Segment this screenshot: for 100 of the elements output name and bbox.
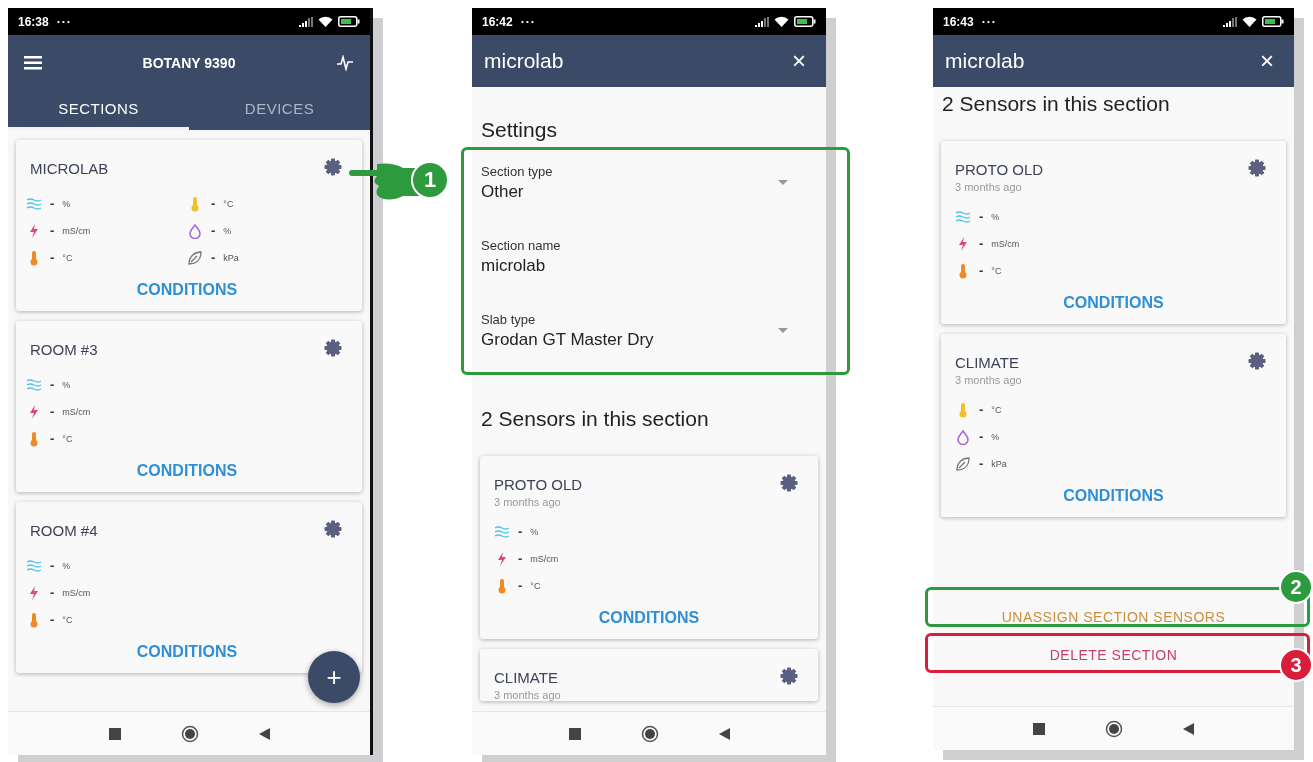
droplet-icon <box>187 222 203 239</box>
card-title: ROOM #3 <box>30 340 98 360</box>
reading-value: - <box>979 456 984 471</box>
reading-unit: % <box>530 526 539 537</box>
signal-icon <box>755 16 769 27</box>
reading-unit: kPa <box>223 252 239 263</box>
waves-icon <box>26 557 42 574</box>
reading-unit: °C <box>991 404 1002 415</box>
app-title: BOTANY 9390 <box>142 54 236 71</box>
back-triangle-icon[interactable] <box>718 727 730 740</box>
waves-icon <box>26 195 42 212</box>
reading-unit: mS/cm <box>62 225 91 236</box>
settings-icon[interactable] <box>324 339 342 357</box>
section-heading: Settings <box>480 117 558 143</box>
status-dots: ··· <box>520 14 536 29</box>
leaf-icon <box>955 455 971 472</box>
reading-unit: kPa <box>991 458 1007 469</box>
dialog-title: microlab <box>484 49 564 73</box>
pulse-icon[interactable] <box>336 54 354 71</box>
step-number-badge: 3 <box>1279 648 1313 682</box>
reading-value: - <box>50 585 55 600</box>
text-field[interactable]: Section name microlab <box>480 225 818 299</box>
conditions-link[interactable]: CONDITIONS <box>136 462 238 480</box>
step-number-badge: 2 <box>1279 570 1313 604</box>
reading-unit: % <box>62 379 71 390</box>
leaf-icon <box>187 249 203 266</box>
reading-value: - <box>518 578 523 593</box>
settings-icon[interactable] <box>1248 352 1266 370</box>
square-icon[interactable] <box>1033 722 1045 735</box>
home-circle-icon[interactable] <box>640 724 659 743</box>
reading-value: - <box>211 223 216 238</box>
dropdown-caret-icon <box>778 180 788 186</box>
menu-icon[interactable] <box>24 55 42 70</box>
back-triangle-icon[interactable] <box>1183 722 1194 735</box>
reading-value: - <box>211 250 216 265</box>
conditions-link[interactable]: CONDITIONS <box>136 643 238 661</box>
waves-icon <box>26 376 42 393</box>
reading-value: - <box>979 263 984 278</box>
wifi-icon <box>1242 16 1257 27</box>
reading-unit: °C <box>223 198 234 209</box>
last-seen-text: 3 months ago <box>955 181 1023 193</box>
settings-icon[interactable] <box>780 474 798 492</box>
reading-value: - <box>211 196 216 211</box>
reading-unit: mS/cm <box>991 238 1020 249</box>
reading-unit: °C <box>530 580 541 591</box>
status-time: 16:42 <box>482 14 513 29</box>
home-circle-icon[interactable] <box>1105 719 1123 738</box>
reading-value: - <box>50 377 55 392</box>
reading-unit: % <box>991 431 1000 442</box>
battery-icon <box>338 16 360 27</box>
reading-unit: % <box>62 560 71 571</box>
reading-value: - <box>50 250 55 265</box>
card-title: CLIMATE <box>494 668 559 688</box>
home-circle-icon[interactable] <box>180 724 199 743</box>
waves-icon <box>494 523 510 540</box>
reading-value: - <box>979 236 984 251</box>
battery-icon <box>794 16 816 27</box>
reading-value: - <box>50 612 55 627</box>
conditions-link[interactable]: CONDITIONS <box>1063 294 1164 312</box>
settings-icon[interactable] <box>324 520 342 538</box>
reading-value: - <box>518 524 523 539</box>
reading-value: - <box>50 223 55 238</box>
reading-unit: % <box>223 225 232 236</box>
card-title: PROTO OLD <box>494 475 583 495</box>
reading-unit: % <box>991 211 1000 222</box>
square-icon[interactable] <box>568 727 581 740</box>
tab[interactable]: DEVICES <box>189 90 370 130</box>
settings-icon[interactable] <box>1248 159 1266 177</box>
select-field[interactable]: Section type Other <box>480 151 818 225</box>
reading-value: - <box>518 551 523 566</box>
reading-value: - <box>50 431 55 446</box>
droplet-icon <box>955 428 971 445</box>
conditions-link[interactable]: CONDITIONS <box>598 609 700 627</box>
reading-unit: °C <box>62 252 73 263</box>
back-triangle-icon[interactable] <box>258 727 270 740</box>
reading-value: - <box>50 558 55 573</box>
conditions-link[interactable]: CONDITIONS <box>1063 487 1164 505</box>
conditions-link[interactable]: CONDITIONS <box>136 281 238 299</box>
add-button[interactable]: + <box>308 651 360 703</box>
select-field[interactable]: Slab type Grodan GT Master Dry <box>480 299 818 373</box>
reading-unit: mS/cm <box>62 406 91 417</box>
settings-icon[interactable] <box>324 158 342 176</box>
reading-unit: mS/cm <box>530 553 559 564</box>
reading-unit: °C <box>62 614 73 625</box>
waves-icon <box>955 208 971 225</box>
section-heading: 2 Sensors in this section <box>941 91 1171 117</box>
square-icon[interactable] <box>108 727 121 740</box>
reading-unit: mS/cm <box>62 587 91 598</box>
wifi-icon <box>318 16 333 27</box>
reading-value: - <box>50 404 55 419</box>
wifi-icon <box>774 16 789 27</box>
settings-icon[interactable] <box>780 667 798 685</box>
battery-icon <box>1262 16 1284 27</box>
section-heading: 2 Sensors in this section <box>480 406 710 432</box>
status-dots: ··· <box>981 14 997 29</box>
reading-value: - <box>979 209 984 224</box>
reading-value: - <box>50 196 55 211</box>
close-button[interactable]: × <box>784 49 814 73</box>
tab[interactable]: SECTIONS <box>8 90 189 130</box>
close-button[interactable]: × <box>1252 49 1282 73</box>
